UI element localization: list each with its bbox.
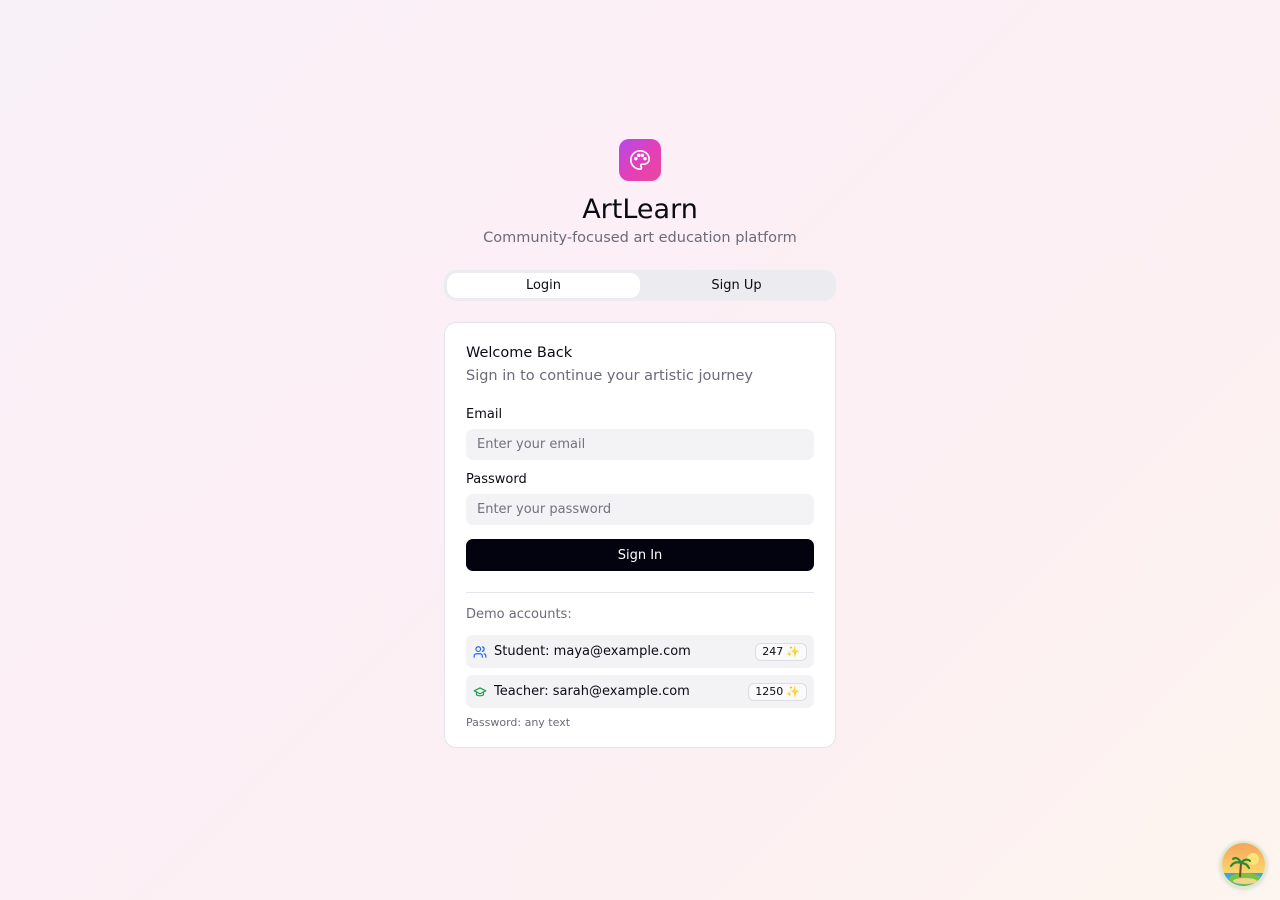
palette-icon — [630, 150, 650, 170]
demo-account-text: Student: maya@example.com — [494, 644, 691, 659]
auth-tabs: Login Sign Up — [444, 270, 836, 301]
card-title: Welcome Back — [466, 345, 573, 361]
points-value: 247 — [762, 645, 784, 658]
points-badge: 1250 ✨ — [748, 682, 807, 701]
demo-account-student[interactable]: Student: maya@example.com 247 ✨ — [466, 635, 814, 668]
demo-account-text: Teacher: sarah@example.com — [494, 684, 690, 699]
demo-accounts-heading: Demo accounts: — [466, 607, 572, 622]
login-card: Welcome Back Sign in to continue your ar… — [444, 322, 836, 748]
demo-account-teacher[interactable]: Teacher: sarah@example.com 1250 ✨ — [466, 675, 814, 708]
points-badge: 247 ✨ — [755, 642, 807, 661]
app-tagline: Community-focused art education platform — [483, 230, 797, 246]
password-input[interactable] — [466, 494, 814, 525]
sign-in-button[interactable]: Sign In — [466, 539, 814, 571]
password-label: Password — [466, 472, 527, 487]
divider — [466, 592, 814, 593]
password-hint: Password: any text — [466, 716, 571, 729]
sparkles-icon: ✨ — [786, 685, 800, 698]
card-description: Sign in to continue your artistic journe… — [466, 368, 753, 384]
points-value: 1250 — [755, 685, 784, 698]
beach-island-avatar-icon[interactable] — [1220, 841, 1267, 888]
sparkles-icon: ✨ — [786, 645, 800, 658]
graduation-cap-icon — [473, 685, 487, 699]
users-icon — [473, 645, 487, 659]
app-title: ArtLearn — [582, 194, 698, 225]
login-container: ArtLearn Community-focused art education… — [444, 139, 836, 748]
email-label: Email — [466, 407, 503, 422]
email-input[interactable] — [466, 429, 814, 460]
app-logo — [619, 139, 661, 181]
tab-sign-up[interactable]: Sign Up — [640, 273, 833, 298]
tab-login[interactable]: Login — [447, 273, 640, 298]
